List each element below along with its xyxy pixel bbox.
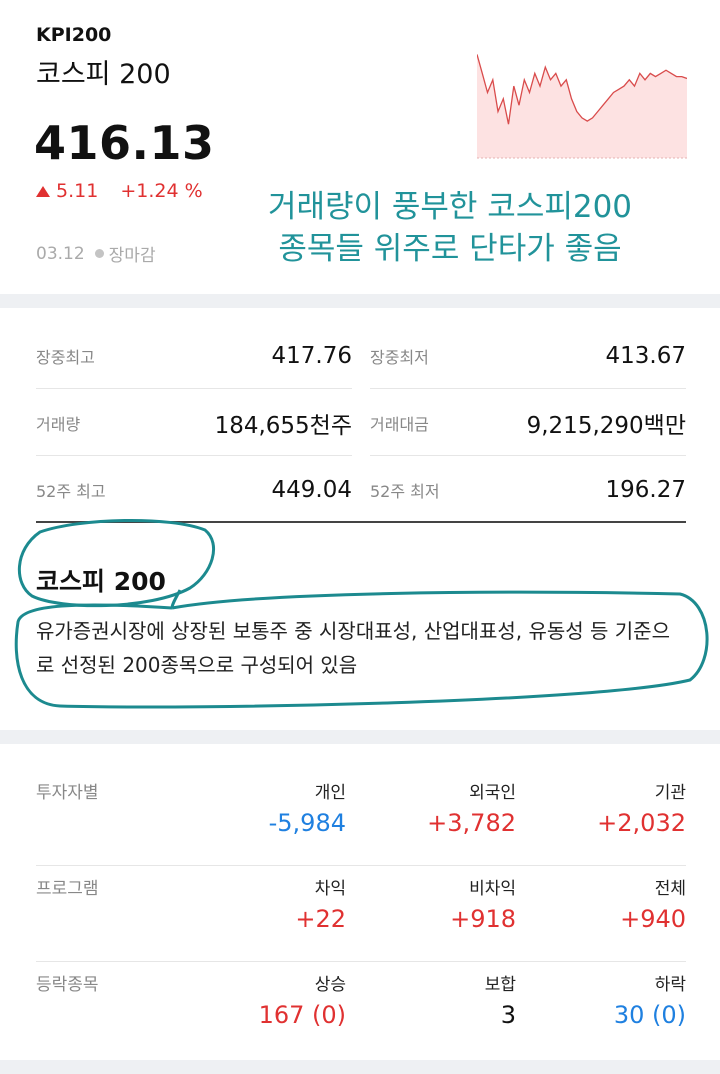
price-stats: 장중최고 417.76 장중최저 413.67 거래량 184,655천주 거래… (36, 322, 686, 523)
price-change: 5.11 +1.24 % (36, 180, 203, 202)
col-value: +2,032 (597, 809, 686, 837)
market-status-text: 장마감 (108, 246, 156, 266)
col-value: +22 (295, 905, 346, 933)
market-status: 03.12 장마감 (36, 241, 156, 267)
investor-col-foreign: 외국인 +3,782 (366, 778, 516, 837)
change-amount: 5.11 (56, 180, 99, 202)
advance-col-up: 상승 167 (0) (196, 970, 346, 1029)
col-value: +940 (620, 905, 686, 933)
index-name: 코스피 200 (36, 59, 171, 90)
mini-chart-area (477, 54, 687, 158)
stat-label: 52주 최고 (36, 481, 106, 501)
status-dot-icon (94, 249, 104, 258)
col-header: 상승 (314, 975, 346, 995)
col-header: 비차익 (469, 879, 516, 899)
stat-value: 184,655천주 (214, 412, 352, 439)
program-col-total: 전체 +940 (536, 874, 686, 933)
description-text: 유가증권시장에 상장된 보통주 중 시장대표성, 산업대표성, 유동성 등 기준… (36, 619, 670, 677)
advance-col-flat: 보합 3 (366, 970, 516, 1029)
handwritten-annotation: 거래량이 풍부한 코스피200 종목들 위주로 단타가 좋음 (230, 186, 670, 270)
stat-value: 9,215,290백만 (526, 412, 686, 439)
stat-52w-low: 52주 최저 196.27 (370, 456, 686, 523)
col-header: 개인 (314, 783, 346, 803)
col-value: -5,984 (268, 809, 346, 837)
stat-value: 417.76 (271, 342, 352, 369)
col-header: 기관 (654, 783, 686, 803)
col-header: 하락 (654, 975, 686, 995)
stat-row: 장중최고 417.76 장중최저 413.67 (36, 322, 686, 389)
annotation-line-1: 거래량이 풍부한 코스피200 (267, 189, 633, 225)
section-divider (0, 730, 720, 744)
section-rule (36, 521, 686, 523)
row-label: 프로그램 (36, 879, 99, 899)
current-price: 416.13 (34, 116, 215, 170)
row-label: 등락종목 (36, 975, 99, 995)
col-header: 전체 (654, 879, 686, 899)
description-title: 코스피 200 (36, 567, 166, 596)
program-col-arbitrage: 차익 +22 (196, 874, 346, 933)
stat-label: 거래대금 (370, 414, 429, 434)
col-value: 30 (0) (613, 1001, 686, 1029)
section-divider (0, 1060, 720, 1074)
col-header: 보합 (484, 975, 516, 995)
trade-date: 03.12 (36, 243, 85, 264)
stat-value: 413.67 (605, 342, 686, 369)
stat-label: 거래량 (36, 414, 81, 434)
stat-label: 장중최고 (36, 347, 95, 367)
program-col-non-arbitrage: 비차익 +918 (366, 874, 516, 933)
change-percent: +1.24 % (120, 180, 203, 202)
col-value: +918 (450, 905, 516, 933)
investor-row[interactable]: 투자자별 개인 -5,984 외국인 +3,782 기관 +2,032 (36, 770, 686, 866)
stat-intraday-high: 장중최고 417.76 (36, 322, 352, 389)
program-row[interactable]: 프로그램 차익 +22 비차익 +918 전체 +940 (36, 866, 686, 962)
index-code: KPI200 (36, 24, 112, 46)
col-value: 3 (500, 1001, 516, 1029)
section-divider (0, 294, 720, 308)
stat-intraday-low: 장중최저 413.67 (370, 322, 686, 389)
col-header: 차익 (314, 879, 346, 899)
up-triangle-icon (36, 185, 50, 197)
stat-volume: 거래량 184,655천주 (36, 389, 352, 456)
stat-value: 449.04 (271, 476, 352, 503)
stat-label: 장중최저 (370, 347, 429, 367)
stat-row: 거래량 184,655천주 거래대금 9,215,290백만 (36, 389, 686, 456)
col-value: +3,782 (427, 809, 516, 837)
investor-col-individual: 개인 -5,984 (196, 778, 346, 837)
investor-breakdown: 투자자별 개인 -5,984 외국인 +3,782 기관 +2,032 프로그램… (36, 770, 686, 1058)
quote-header: KPI200 코스피 200 416.13 5.11 +1.24 % 03.12… (0, 0, 720, 294)
stat-trade-amount: 거래대금 9,215,290백만 (370, 389, 686, 456)
stat-row: 52주 최고 449.04 52주 최저 196.27 (36, 456, 686, 523)
stat-52w-high: 52주 최고 449.04 (36, 456, 352, 523)
investor-col-institution: 기관 +2,032 (536, 778, 686, 837)
col-header: 외국인 (469, 783, 516, 803)
advance-decline-row[interactable]: 등락종목 상승 167 (0) 보합 3 하락 30 (0) (36, 962, 686, 1058)
row-label: 투자자별 (36, 783, 99, 803)
stat-label: 52주 최저 (370, 481, 440, 501)
advance-col-down: 하락 30 (0) (536, 970, 686, 1029)
col-value: 167 (0) (258, 1001, 346, 1029)
annotation-line-2: 종목들 위주로 단타가 좋음 (278, 231, 622, 267)
intraday-mini-chart[interactable] (477, 44, 687, 162)
stat-value: 196.27 (605, 476, 686, 503)
